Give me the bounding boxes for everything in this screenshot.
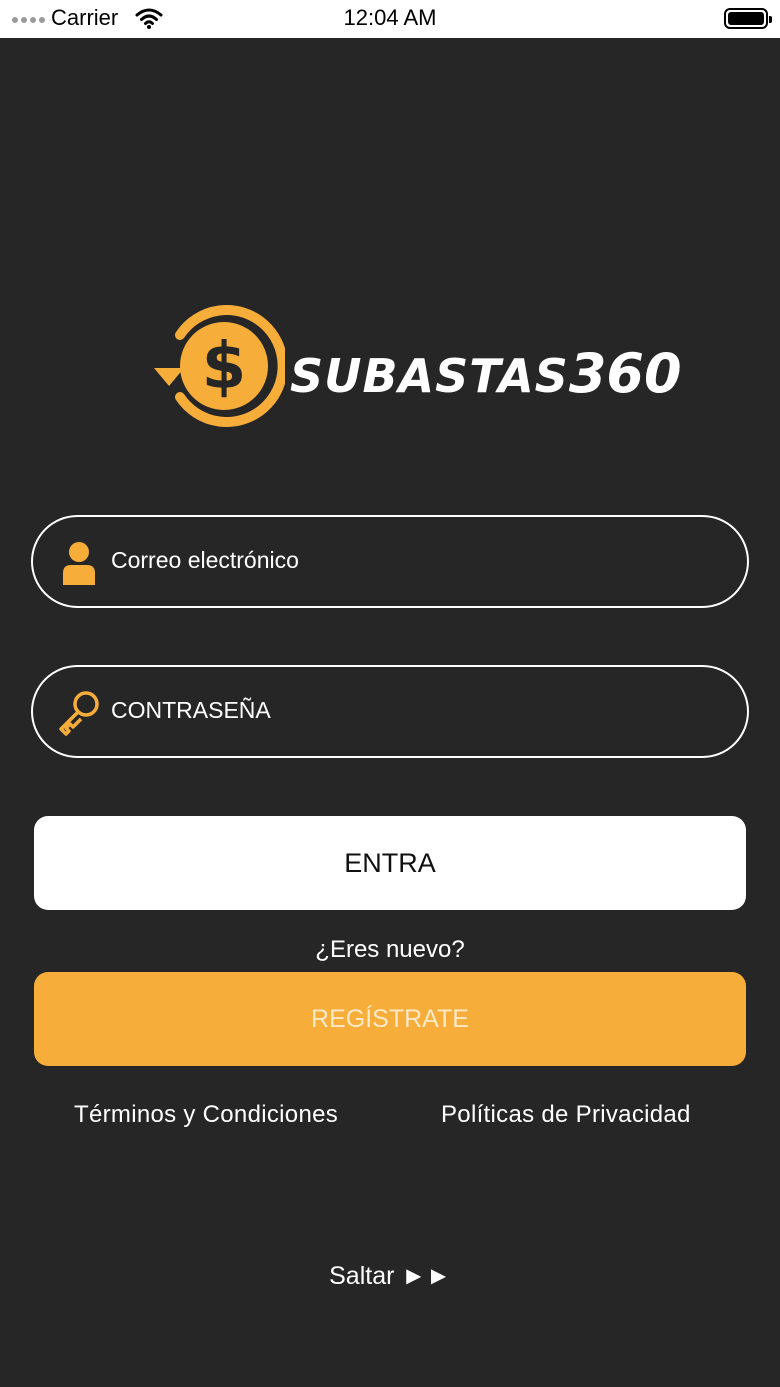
terms-link[interactable]: Términos y Condiciones (74, 1101, 338, 1129)
status-bar: Carrier 12:04 AM (0, 0, 780, 38)
user-icon (63, 542, 95, 585)
brand-wordmark: SUBASTAS360 (290, 342, 682, 405)
dollar-refresh-icon: $ (154, 305, 285, 427)
privacy-link[interactable]: Políticas de Privacidad (441, 1101, 691, 1129)
email-placeholder: Correo electrónico (111, 547, 299, 573)
brand-number: 360 (568, 342, 682, 405)
register-button[interactable]: REGÍSTRATE (34, 972, 746, 1066)
login-button[interactable]: ENTRA (34, 816, 746, 910)
battery-icon (724, 8, 772, 29)
svg-text:$: $ (202, 330, 247, 404)
app-logo: $ SUBASTAS360 (150, 300, 682, 430)
key-icon (59, 691, 99, 736)
status-time: 12:04 AM (343, 5, 437, 30)
new-user-prompt: ¿Eres nuevo? (315, 936, 465, 963)
skip-link[interactable]: Saltar ►► (0, 1262, 780, 1291)
password-placeholder: CONTRASEÑA (111, 697, 271, 723)
brand-text: SUBASTAS (290, 349, 569, 403)
email-field[interactable]: Correo electrónico (31, 515, 749, 608)
password-field[interactable]: CONTRASEÑA (31, 665, 749, 758)
